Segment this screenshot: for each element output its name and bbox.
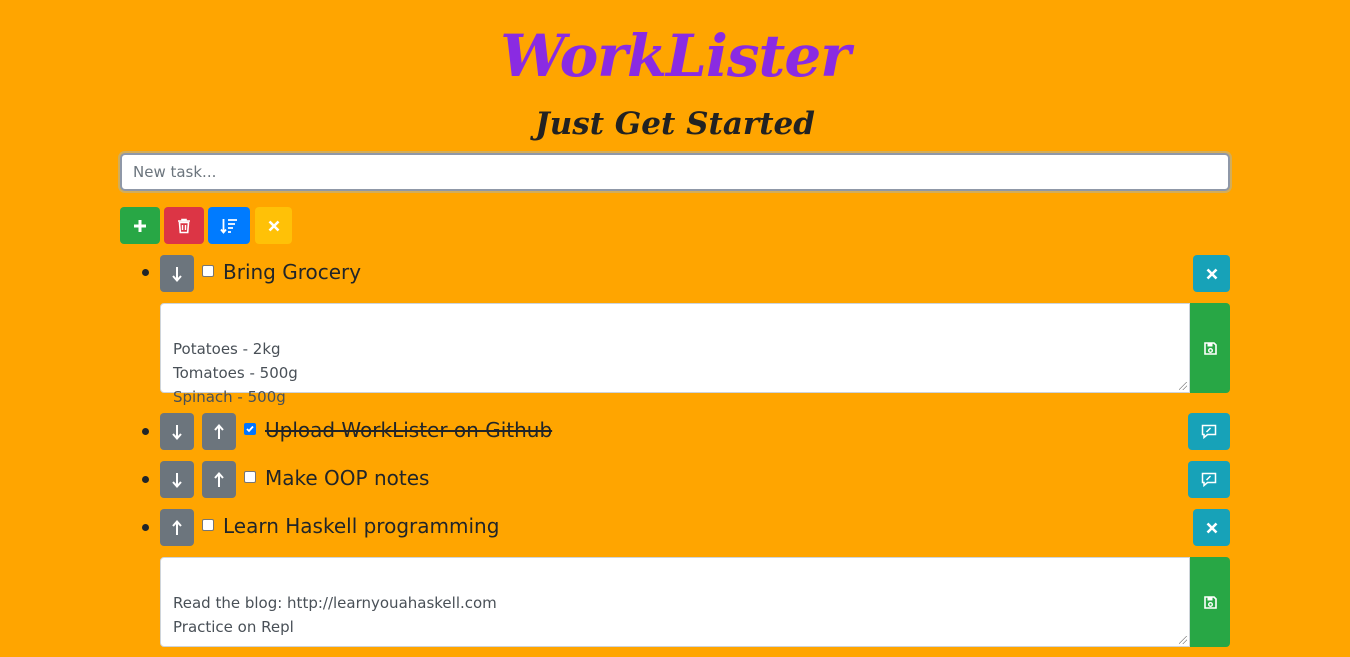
new-task-input[interactable] bbox=[120, 153, 1230, 191]
save-note-button[interactable] bbox=[1190, 303, 1230, 393]
app-title: WorkLister bbox=[500, 22, 851, 90]
task-label: Make OOP notes bbox=[265, 466, 430, 490]
task-checkbox[interactable] bbox=[244, 423, 256, 435]
move-up-button[interactable] bbox=[202, 413, 236, 450]
list-bullet bbox=[142, 476, 149, 483]
close-icon bbox=[1206, 522, 1218, 534]
sort-button[interactable] bbox=[208, 207, 250, 244]
trash-icon bbox=[177, 218, 191, 234]
close-icon bbox=[1206, 268, 1218, 280]
plus-icon bbox=[133, 219, 147, 233]
delete-all-button[interactable] bbox=[164, 207, 204, 244]
task-note-textarea[interactable]: Read the blog: http://learnyouahaskell.c… bbox=[160, 557, 1190, 647]
task-note-text: Potatoes - 2kg Tomatoes - 500g Spinach -… bbox=[173, 340, 298, 406]
resize-handle-icon[interactable] bbox=[1179, 382, 1187, 390]
add-note-button[interactable] bbox=[1188, 461, 1230, 498]
save-icon bbox=[1203, 341, 1217, 355]
comment-icon bbox=[1201, 424, 1217, 439]
move-down-button[interactable] bbox=[160, 255, 194, 292]
arrow-up-icon bbox=[214, 423, 224, 440]
task-label: Upload WorkLister on Github bbox=[265, 418, 553, 442]
move-down-button[interactable] bbox=[160, 413, 194, 450]
move-up-button[interactable] bbox=[160, 509, 194, 546]
close-note-button[interactable] bbox=[1193, 255, 1230, 292]
resize-handle-icon[interactable] bbox=[1179, 636, 1187, 644]
arrow-down-icon bbox=[172, 424, 182, 440]
list-bullet bbox=[142, 428, 149, 435]
comment-icon bbox=[1201, 472, 1217, 487]
task-label: Bring Grocery bbox=[223, 260, 362, 284]
add-note-button[interactable] bbox=[1188, 413, 1230, 450]
task-note-text: Read the blog: http://learnyouahaskell.c… bbox=[173, 594, 497, 636]
task-note-textarea[interactable]: Potatoes - 2kg Tomatoes - 500g Spinach -… bbox=[160, 303, 1190, 406]
arrow-up-icon bbox=[172, 519, 182, 536]
move-down-button[interactable] bbox=[160, 461, 194, 498]
add-task-button[interactable] bbox=[120, 207, 160, 244]
move-up-button[interactable] bbox=[202, 461, 236, 498]
sort-icon bbox=[220, 218, 238, 234]
clear-input-button[interactable] bbox=[255, 207, 292, 244]
list-bullet bbox=[142, 524, 149, 531]
task-checkbox[interactable] bbox=[202, 519, 214, 531]
app-subtitle: Just Get Started bbox=[535, 106, 815, 142]
arrow-down-icon bbox=[172, 266, 182, 282]
close-icon bbox=[268, 220, 280, 232]
save-icon bbox=[1203, 595, 1217, 609]
task-checkbox[interactable] bbox=[202, 265, 214, 277]
arrow-down-icon bbox=[172, 472, 182, 488]
list-bullet bbox=[142, 269, 149, 276]
task-label: Learn Haskell programming bbox=[223, 514, 500, 538]
arrow-up-icon bbox=[214, 471, 224, 488]
save-note-button[interactable] bbox=[1190, 557, 1230, 647]
close-note-button[interactable] bbox=[1193, 509, 1230, 546]
task-checkbox[interactable] bbox=[244, 471, 256, 483]
